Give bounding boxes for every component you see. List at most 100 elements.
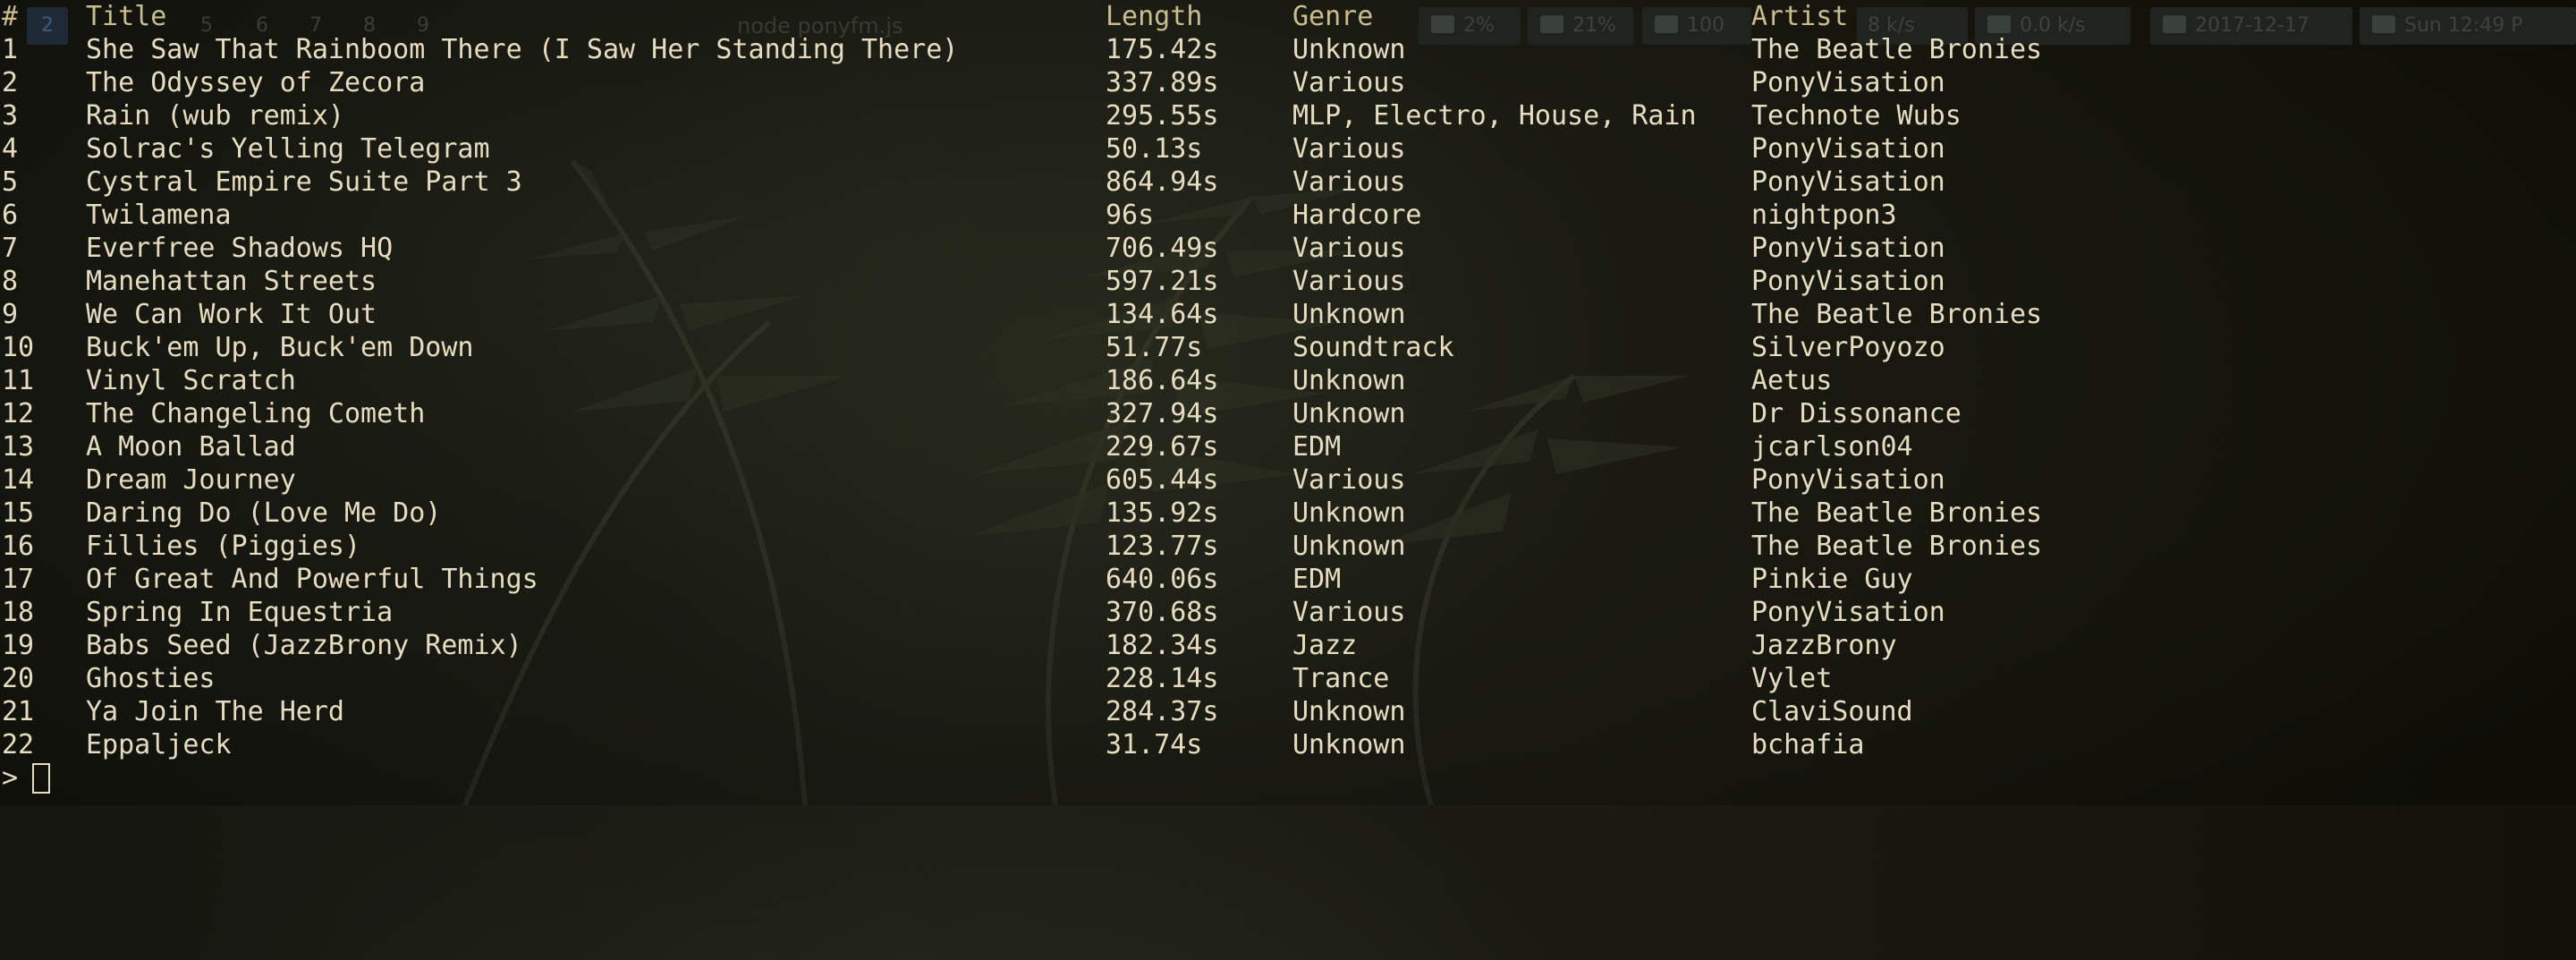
row-index: 5 (2, 166, 19, 198)
row-length: 51.77s (1106, 332, 1203, 363)
table-row[interactable]: 3 Rain (wub remix) 295.55s MLP, Electro,… (0, 99, 2576, 132)
table-row[interactable]: 13 A Moon Ballad 229.67s EDM jcarlson04 (0, 430, 2576, 463)
row-index: 21 (2, 696, 35, 727)
table-row[interactable]: 15 Daring Do (Love Me Do) 135.92s Unknow… (0, 497, 2576, 530)
row-artist: Vylet (1751, 663, 1833, 694)
prompt-symbol: > (2, 762, 19, 794)
row-genre: Various (1292, 166, 1406, 198)
row-genre: Unknown (1292, 398, 1406, 429)
row-title: Eppaljeck (86, 729, 232, 760)
row-artist: jcarlson04 (1751, 431, 1913, 463)
row-artist: nightpon3 (1751, 200, 1897, 231)
table-row[interactable]: 18 Spring In Equestria 370.68s Various P… (0, 596, 2576, 629)
terminal[interactable]: # Title Length Genre Artist 1 She Saw Th… (0, 0, 2576, 805)
table-row[interactable]: 17 Of Great And Powerful Things 640.06s … (0, 563, 2576, 596)
row-genre: Hardcore (1292, 200, 1422, 231)
row-index: 22 (2, 729, 35, 760)
row-title: Solrac's Yelling Telegram (86, 133, 490, 165)
row-index: 1 (2, 34, 19, 65)
row-artist: ClaviSound (1751, 696, 1913, 727)
row-artist: PonyVisation (1751, 133, 1945, 165)
table-row[interactable]: 16 Fillies (Piggies) 123.77s Unknown The… (0, 530, 2576, 563)
row-title: Babs Seed (JazzBrony Remix) (86, 630, 522, 661)
row-title: Vinyl Scratch (86, 365, 296, 396)
row-length: 123.77s (1106, 531, 1219, 562)
row-length: 337.89s (1106, 67, 1219, 98)
header-artist: Artist (1751, 1, 1849, 32)
row-genre: Various (1292, 233, 1406, 264)
row-index: 7 (2, 233, 19, 264)
row-index: 6 (2, 200, 19, 231)
row-index: 4 (2, 133, 19, 165)
row-genre: Trance (1292, 663, 1390, 694)
header-length: Length (1106, 1, 1203, 32)
row-title: We Can Work It Out (86, 299, 377, 330)
text-cursor[interactable] (32, 763, 50, 794)
table-row[interactable]: 19 Babs Seed (JazzBrony Remix) 182.34s J… (0, 629, 2576, 662)
table-row[interactable]: 4 Solrac's Yelling Telegram 50.13s Vario… (0, 132, 2576, 166)
row-genre: Unknown (1292, 34, 1406, 65)
row-length: 50.13s (1106, 133, 1203, 165)
row-genre: MLP, Electro, House, Rain (1292, 100, 1697, 132)
table-row[interactable]: 22 Eppaljeck 31.74s Unknown bchafia (0, 728, 2576, 761)
row-artist: PonyVisation (1751, 266, 1945, 297)
row-genre: Soundtrack (1292, 332, 1454, 363)
table-row[interactable]: 6 Twilamena 96s Hardcore nightpon3 (0, 199, 2576, 232)
row-title: Rain (wub remix) (86, 100, 344, 132)
row-length: 597.21s (1106, 266, 1219, 297)
row-index: 12 (2, 398, 35, 429)
row-title: Of Great And Powerful Things (86, 564, 538, 595)
row-title: A Moon Ballad (86, 431, 296, 463)
table-row[interactable]: 2 The Odyssey of Zecora 337.89s Various … (0, 66, 2576, 99)
row-genre: Unknown (1292, 365, 1406, 396)
row-artist: The Beatle Bronies (1751, 34, 2043, 65)
row-genre: Various (1292, 464, 1406, 496)
row-title: Twilamena (86, 200, 232, 231)
table-row[interactable]: 5 Cystral Empire Suite Part 3 864.94s Va… (0, 166, 2576, 199)
row-artist: Dr Dissonance (1751, 398, 1962, 429)
table-row[interactable]: 11 Vinyl Scratch 186.64s Unknown Aetus (0, 364, 2576, 397)
table-row[interactable]: 9 We Can Work It Out 134.64s Unknown The… (0, 298, 2576, 331)
row-index: 10 (2, 332, 35, 363)
row-artist: JazzBrony (1751, 630, 1897, 661)
row-index: 20 (2, 663, 35, 694)
row-length: 229.67s (1106, 431, 1219, 463)
row-index: 13 (2, 431, 35, 463)
header-genre: Genre (1292, 1, 1374, 32)
command-prompt[interactable]: > (0, 761, 537, 794)
table-row[interactable]: 21 Ya Join The Herd 284.37s Unknown Clav… (0, 695, 2576, 728)
table-row[interactable]: 12 The Changeling Cometh 327.94s Unknown… (0, 397, 2576, 430)
row-length: 96s (1106, 200, 1155, 231)
row-title: The Changeling Cometh (86, 398, 426, 429)
row-genre: Unknown (1292, 696, 1406, 727)
row-length: 605.44s (1106, 464, 1219, 496)
row-artist: SilverPoyozo (1751, 332, 1945, 363)
table-row[interactable]: 10 Buck'em Up, Buck'em Down 51.77s Sound… (0, 331, 2576, 364)
row-artist: PonyVisation (1751, 597, 1945, 628)
row-genre: Unknown (1292, 497, 1406, 529)
table-row[interactable]: 7 Everfree Shadows HQ 706.49s Various Po… (0, 232, 2576, 265)
row-artist: The Beatle Bronies (1751, 531, 2043, 562)
row-genre: Unknown (1292, 531, 1406, 562)
row-index: 19 (2, 630, 35, 661)
row-index: 11 (2, 365, 35, 396)
table-row[interactable]: 1 She Saw That Rainboom There (I Saw Her… (0, 33, 2576, 66)
row-length: 182.34s (1106, 630, 1219, 661)
table-row[interactable]: 8 Manehattan Streets 597.21s Various Pon… (0, 265, 2576, 298)
row-artist: Technote Wubs (1751, 100, 1962, 132)
table-row[interactable]: 14 Dream Journey 605.44s Various PonyVis… (0, 463, 2576, 497)
row-genre: Various (1292, 133, 1406, 165)
row-title: Dream Journey (86, 464, 296, 496)
row-index: 2 (2, 67, 19, 98)
row-artist: PonyVisation (1751, 464, 1945, 496)
row-index: 9 (2, 299, 19, 330)
row-title: Ya Join The Herd (86, 696, 344, 727)
row-index: 14 (2, 464, 35, 496)
row-index: 18 (2, 597, 35, 628)
row-title: Ghosties (86, 663, 216, 694)
row-genre: EDM (1292, 564, 1342, 595)
row-index: 15 (2, 497, 35, 529)
row-title: She Saw That Rainboom There (I Saw Her S… (86, 34, 959, 65)
table-row[interactable]: 20 Ghosties 228.14s Trance Vylet (0, 662, 2576, 695)
row-genre: Various (1292, 597, 1406, 628)
